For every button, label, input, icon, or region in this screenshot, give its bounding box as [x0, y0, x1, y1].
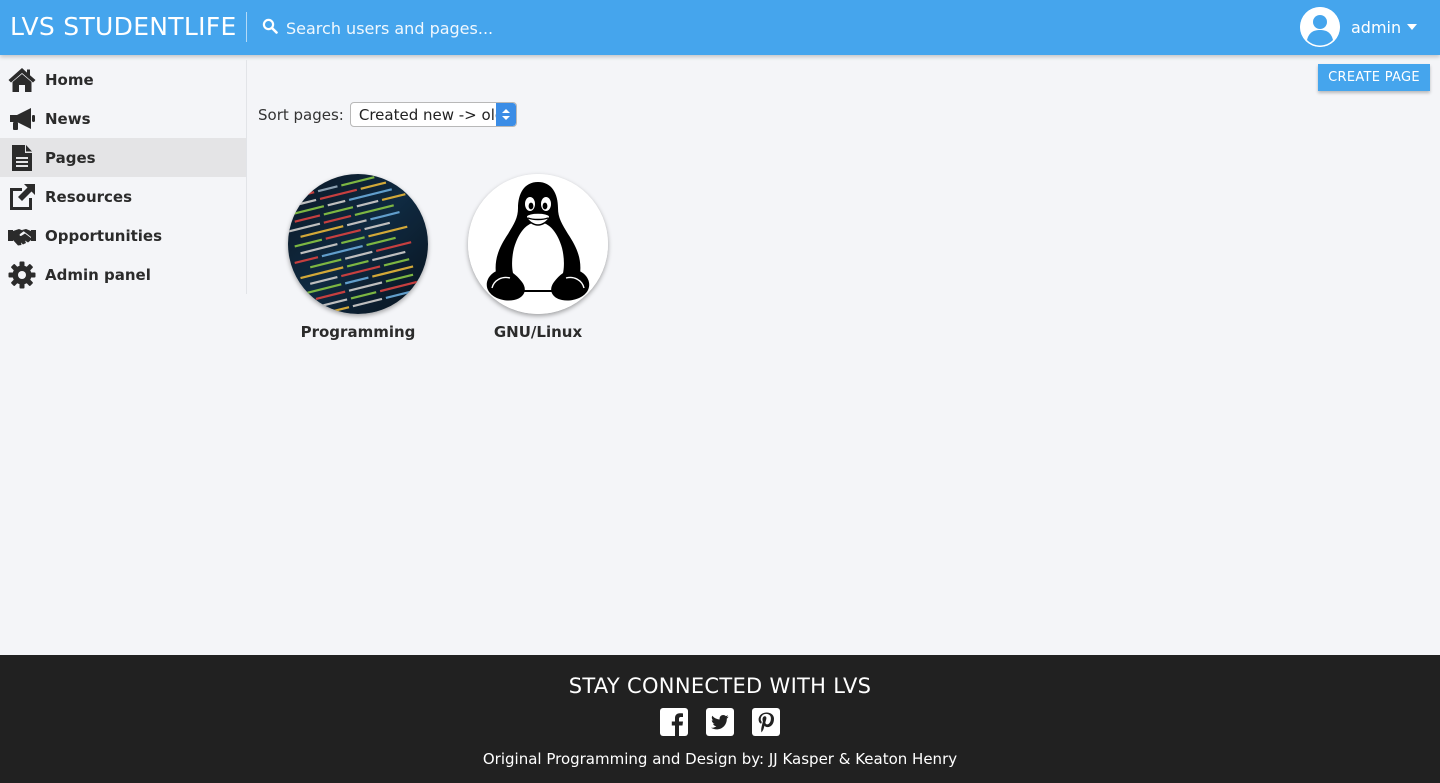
- page-thumbnail[interactable]: [288, 174, 428, 314]
- brand-logo[interactable]: LVS STUDENTLIFE: [10, 11, 237, 43]
- chevron-down-icon[interactable]: [1407, 24, 1418, 30]
- code-screen-image: [288, 174, 428, 314]
- top-navbar: LVS STUDENTLIFE admin: [0, 0, 1440, 55]
- social-links: [0, 708, 1440, 736]
- sidebar-item-admin-panel[interactable]: Admin panel: [0, 255, 246, 294]
- sort-select[interactable]: Created new -> old: [349, 102, 517, 127]
- footer-credits: Original Programming and Design by: JJ K…: [482, 750, 958, 768]
- sidebar-item-label: Opportunities: [45, 226, 163, 245]
- external-link-icon: [7, 182, 37, 212]
- sidebar-item-label: Resources: [45, 187, 133, 206]
- home-icon: [7, 65, 37, 95]
- facebook-icon[interactable]: [660, 708, 688, 736]
- page-card-gnu-linux[interactable]: GNU/Linux: [468, 174, 608, 341]
- search-icon: [262, 18, 278, 38]
- sort-select-value: Created new -> old: [358, 106, 505, 124]
- twitter-icon[interactable]: [706, 708, 734, 736]
- sidebar-item-label: Pages: [45, 148, 96, 167]
- sidebar-item-home[interactable]: Home: [0, 60, 246, 99]
- sidebar-item-opportunities[interactable]: Opportunities: [0, 216, 246, 255]
- megaphone-icon: [7, 104, 37, 134]
- search-bar[interactable]: [262, 14, 762, 42]
- sidebar-item-label: Home: [45, 70, 94, 89]
- sidebar-item-resources[interactable]: Resources: [0, 177, 246, 216]
- sort-control: Sort pages: Created new -> old: [258, 102, 517, 127]
- handshake-icon: [7, 221, 37, 251]
- sidebar-item-label: Admin panel: [45, 265, 151, 284]
- footer: STAY CONNECTED WITH LVS Original Program…: [0, 655, 1440, 783]
- brand-divider: [246, 12, 247, 42]
- user-avatar-icon: [1300, 7, 1340, 47]
- create-page-button[interactable]: CREATE PAGE: [1318, 64, 1430, 91]
- tux-penguin-image: [468, 174, 608, 314]
- user-menu[interactable]: admin: [1300, 7, 1418, 47]
- page-title[interactable]: GNU/Linux: [468, 323, 608, 341]
- sidebar: Home News Pages Resources Opportunities …: [0, 60, 247, 294]
- select-arrows-icon: [495, 103, 516, 126]
- sidebar-item-news[interactable]: News: [0, 99, 246, 138]
- footer-heading: STAY CONNECTED WITH LVS: [568, 674, 872, 698]
- page-card-programming[interactable]: Programming: [288, 174, 428, 341]
- pinterest-icon[interactable]: [752, 708, 780, 736]
- sidebar-item-pages[interactable]: Pages: [0, 138, 246, 177]
- page-title[interactable]: Programming: [288, 323, 428, 341]
- search-input[interactable]: [286, 18, 746, 38]
- avatar[interactable]: [1300, 7, 1340, 47]
- file-icon: [7, 143, 37, 173]
- sidebar-item-label: News: [45, 109, 91, 128]
- page-thumbnail[interactable]: [468, 174, 608, 314]
- username-label[interactable]: admin: [1351, 18, 1401, 37]
- sort-label: Sort pages:: [258, 105, 344, 124]
- gear-icon: [7, 260, 37, 290]
